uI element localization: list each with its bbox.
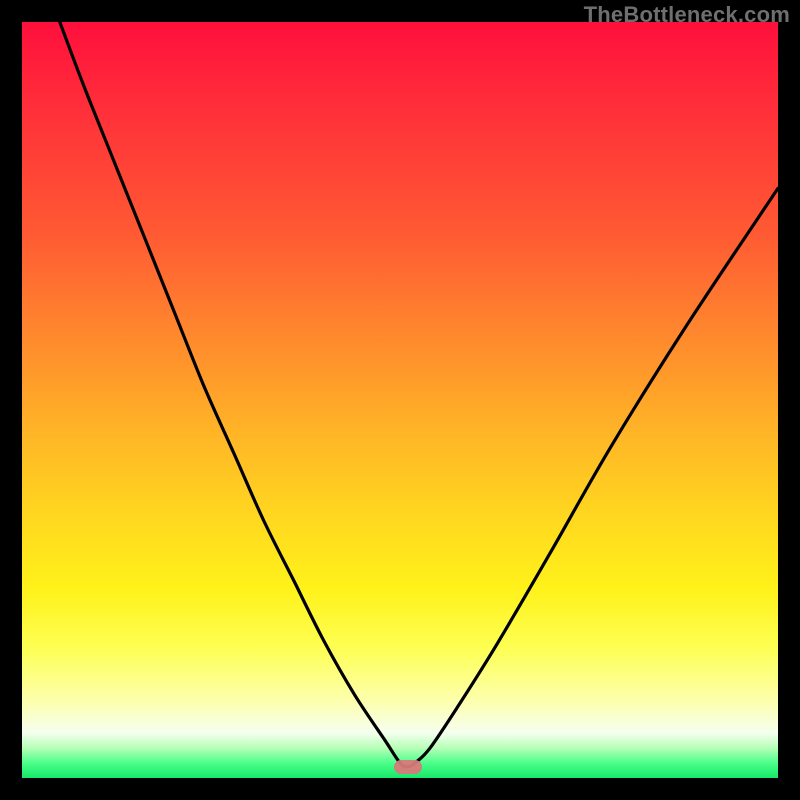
watermark-label: TheBottleneck.com xyxy=(584,2,790,28)
optimal-marker xyxy=(394,760,422,774)
bottleneck-curve-path xyxy=(60,22,778,767)
curve-svg xyxy=(22,22,778,778)
chart-frame: TheBottleneck.com xyxy=(0,0,800,800)
plot-area xyxy=(22,22,778,778)
